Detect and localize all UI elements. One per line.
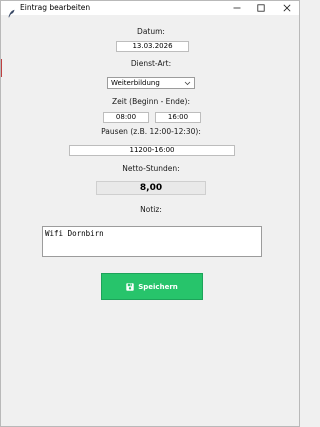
datum-label: Datum:	[137, 27, 165, 36]
zeit-label: Zeit (Beginn - Ende):	[112, 97, 190, 106]
save-button[interactable]: Speichern	[101, 273, 203, 300]
pausen-label: Pausen (z.B. 12:00-12:30):	[101, 127, 201, 136]
notiz-textarea[interactable]: Wifi Dornbirn	[42, 226, 262, 257]
minimize-icon	[233, 7, 241, 9]
minimize-button[interactable]	[227, 1, 247, 15]
datum-field[interactable]: 13.03.2026	[116, 41, 189, 52]
zeit-beginn-field[interactable]: 08:00	[103, 112, 149, 123]
maximize-button[interactable]	[251, 1, 271, 15]
maximize-icon	[257, 4, 265, 12]
window-title: Eintrag bearbeiten	[20, 3, 91, 12]
chevron-down-icon	[184, 81, 191, 86]
edit-entry-window: Eintrag bearbeiten Datum: 13.03.2026 Die…	[0, 0, 300, 427]
dienst-art-label: Dienst-Art:	[130, 59, 172, 68]
close-icon	[283, 4, 291, 12]
floppy-disk-icon	[126, 282, 134, 291]
close-button[interactable]	[277, 1, 297, 15]
dienst-art-selected-value: Weiterbildung	[111, 79, 160, 87]
netto-stunden-value: 8,00	[96, 181, 206, 195]
dienst-art-select[interactable]: Weiterbildung	[107, 77, 195, 89]
notiz-label: Notiz:	[140, 205, 162, 214]
save-button-label: Speichern	[138, 282, 178, 291]
zeit-ende-field[interactable]: 16:00	[155, 112, 201, 123]
pausen-field[interactable]: 11200-16:00	[69, 145, 235, 156]
feather-icon	[7, 3, 16, 18]
title-bar[interactable]: Eintrag bearbeiten	[1, 1, 299, 18]
netto-stunden-label: Netto-Stunden:	[122, 164, 180, 173]
